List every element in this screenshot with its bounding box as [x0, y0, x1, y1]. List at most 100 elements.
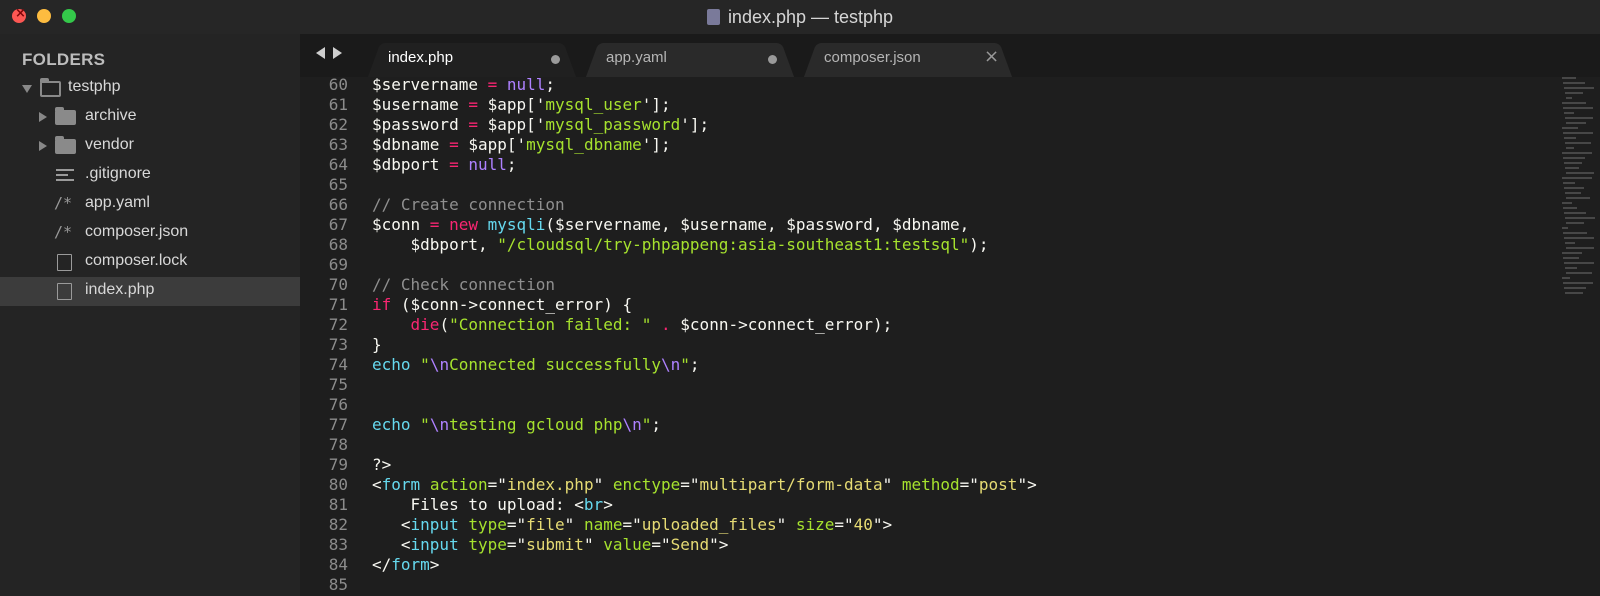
code-line[interactable]: 66 // Create connection — [300, 195, 1540, 215]
minimap-line — [1565, 242, 1575, 244]
open-folder-icon — [40, 78, 61, 97]
line-number: 69 — [328, 255, 348, 274]
code-line[interactable]: 73} — [300, 335, 1540, 355]
code-line[interactable]: 76 — [300, 395, 1540, 415]
minimap-line — [1565, 292, 1583, 294]
tree-folder-testphp[interactable]: testphp — [0, 74, 300, 103]
code-text: die("Connection failed: " . $conn->conne… — [410, 315, 893, 334]
code-line[interactable]: 60 $servername = null; — [300, 77, 1540, 95]
code-line[interactable]: 80 <form action="index.php" enctype="mult… — [300, 475, 1540, 495]
unsaved-dot-icon[interactable] — [768, 55, 777, 64]
tree-item-label: archive — [85, 107, 137, 124]
line-number: 75 — [328, 375, 348, 394]
minimap-line — [1562, 277, 1570, 279]
minimap-line — [1566, 197, 1590, 199]
code-line[interactable]: 64 $dbport = null; — [300, 155, 1540, 175]
tree-file-composer-lock[interactable]: composer.lock — [0, 248, 300, 277]
comment-file-icon: /* — [54, 223, 73, 241]
unsaved-dot-icon[interactable] — [551, 55, 560, 64]
line-number: 78 — [328, 435, 348, 454]
code-line[interactable]: 78 — [300, 435, 1540, 455]
line-number: 85 — [328, 575, 348, 594]
chevron-right-icon[interactable] — [39, 112, 47, 122]
line-number: 73 — [328, 335, 348, 354]
code-text: <input type="submit" value="Send"> — [372, 535, 729, 554]
chevron-right-icon[interactable] — [39, 141, 47, 151]
code-line[interactable]: 65 — [300, 175, 1540, 195]
code-line[interactable]: 84 </form> — [300, 555, 1540, 575]
line-number: 60 — [328, 77, 348, 94]
code-line[interactable]: 82 <input type="file" name="uploaded_fil… — [300, 515, 1540, 535]
code-line[interactable]: 72 die("Connection failed: " . $conn->co… — [300, 315, 1540, 335]
minimap-line — [1562, 227, 1568, 229]
minimap-line — [1565, 117, 1593, 119]
minimap-line — [1564, 162, 1582, 164]
tree-item-label: index.php — [85, 281, 155, 298]
minimap-line — [1563, 232, 1587, 234]
tree-item-label: vendor — [85, 136, 134, 153]
code-text: </form> — [372, 555, 440, 574]
chevron-down-icon[interactable] — [22, 85, 32, 93]
tab-back-arrow-icon[interactable] — [316, 47, 325, 59]
folder-icon — [55, 107, 76, 125]
line-number: 79 — [328, 455, 348, 474]
line-number: 70 — [328, 275, 348, 294]
minimap-line — [1566, 272, 1592, 274]
tab-label: index.php — [388, 49, 454, 66]
code-line[interactable]: 62 $password = $app['mysql_password']; — [300, 115, 1540, 135]
code-line[interactable]: 68 $dbport, "/cloudsql/try-phpappeng:asi… — [300, 235, 1540, 255]
code-text: $conn = new mysqli($servername, $usernam… — [372, 215, 970, 234]
tree-file-index-php[interactable]: index.php — [0, 277, 300, 306]
window-title-text: index.php — testphp — [727, 7, 894, 27]
sidebar: FOLDERS testphp archive vendor .gitignor… — [0, 34, 300, 596]
code-line[interactable]: 61 $username = $app['mysql_user']; — [300, 95, 1540, 115]
tree-folder-vendor[interactable]: vendor — [0, 132, 300, 161]
minimap-line — [1563, 132, 1593, 134]
minimap-line — [1564, 237, 1594, 239]
minimap-line — [1563, 182, 1575, 184]
code-line[interactable]: 79 ?> — [300, 455, 1540, 475]
minimap-line — [1563, 107, 1593, 109]
code-text: echo "\ntesting gcloud php\n"; — [372, 415, 662, 434]
tree-file-gitignore[interactable]: .gitignore — [0, 161, 300, 190]
tree-file-composer-json[interactable]: /* composer.json — [0, 219, 300, 248]
code-text: $dbname = $app['mysql_dbname']; — [372, 135, 671, 154]
code-editor[interactable]: 60 $servername = null; 61 $username = $app[… — [300, 77, 1600, 596]
minimap-line — [1564, 212, 1586, 214]
code-line[interactable]: 81 Files to upload: <br> — [300, 495, 1540, 515]
comment-file-icon: /* — [54, 194, 73, 212]
code-line[interactable]: 70 // Check connection — [300, 275, 1540, 295]
code-line[interactable]: 83 <input type="submit" value="Send"> — [300, 535, 1540, 555]
minimap-line — [1564, 262, 1594, 264]
code-line[interactable]: 71 if ($conn->connect_error) { — [300, 295, 1540, 315]
code-line[interactable]: 67 $conn = new mysqli($servername, $usern… — [300, 215, 1540, 235]
code-text: echo "\nConnected successfully\n"; — [372, 355, 700, 374]
line-number: 61 — [328, 95, 348, 114]
tab-bar: index.php app.yaml composer.json × — [300, 34, 1600, 77]
text-lines-icon — [56, 169, 74, 181]
tab-app-yaml[interactable]: app.yaml — [586, 38, 794, 77]
tab-index-php[interactable]: index.php — [368, 38, 576, 77]
tree-file-app-yaml[interactable]: /* app.yaml — [0, 190, 300, 219]
code-text: ?> — [372, 455, 392, 474]
minimap-line — [1566, 222, 1584, 224]
tab-composer-json[interactable]: composer.json × — [804, 38, 1012, 77]
close-tab-icon[interactable]: × — [984, 46, 999, 67]
code-line[interactable]: 69 — [300, 255, 1540, 275]
minimap[interactable] — [1560, 77, 1600, 596]
tab-forward-arrow-icon[interactable] — [333, 47, 342, 59]
tree-item-label: testphp — [68, 78, 121, 95]
minimap-line — [1566, 122, 1586, 124]
code-text: $password = $app['mysql_password']; — [372, 115, 710, 134]
tree-item-label: composer.lock — [85, 252, 188, 269]
minimap-line — [1565, 192, 1581, 194]
code-line[interactable]: 74 echo "\nConnected successfully\n"; — [300, 355, 1540, 375]
code-line[interactable]: 77 echo "\ntesting gcloud php\n"; — [300, 415, 1540, 435]
code-line[interactable]: 75 — [300, 375, 1540, 395]
code-line[interactable]: 63 $dbname = $app['mysql_dbname']; — [300, 135, 1540, 155]
line-number: 68 — [328, 235, 348, 254]
tree-item-label: .gitignore — [85, 165, 151, 182]
code-line[interactable]: 85 — [300, 575, 1540, 595]
tree-folder-archive[interactable]: archive — [0, 103, 300, 132]
minimap-line — [1563, 157, 1585, 159]
